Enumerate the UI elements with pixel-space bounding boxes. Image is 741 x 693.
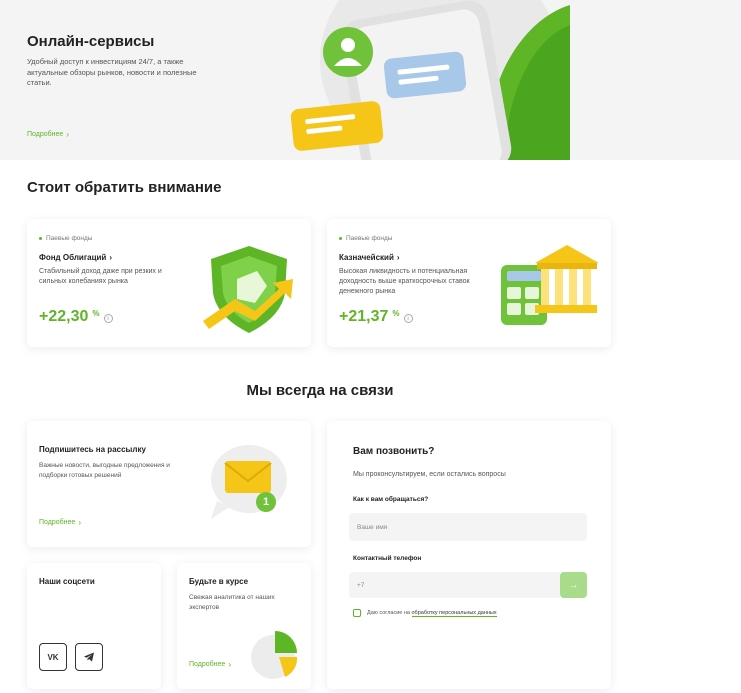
fund-return-value: +21,37 xyxy=(339,308,389,325)
updates-card[interactable]: Будьте в курсе Свежая аналитика от наших… xyxy=(177,563,311,689)
fund-return-unit: % xyxy=(392,309,400,318)
fund-card-bonds[interactable]: Паевые фонды Фонд Облигаций › Стабильный… xyxy=(27,219,311,347)
hero-illustration xyxy=(290,0,570,160)
telegram-icon[interactable] xyxy=(75,643,103,671)
chevron-right-icon: › xyxy=(396,253,400,262)
consent-label: Даю согласие на xyxy=(367,610,412,616)
link-label: Подробнее xyxy=(39,519,76,526)
newsletter-badge: 1 xyxy=(256,492,276,512)
section-title-contact: Мы всегда на связи xyxy=(246,382,394,399)
envelope-icon xyxy=(211,445,287,519)
fund-name-link[interactable]: Фонд Облигаций › xyxy=(39,253,112,262)
consent-text: Даю согласие на обработку персональных д… xyxy=(367,610,497,617)
dot-icon xyxy=(339,237,342,240)
fund-return-unit: % xyxy=(92,309,100,318)
fund-return-value: +22,30 xyxy=(39,308,89,325)
callback-form: Вам позвонить? Мы проконсультируем, если… xyxy=(327,421,611,689)
fund-category-label: Паевые фонды xyxy=(346,235,393,242)
dot-icon xyxy=(39,237,42,240)
vk-icon[interactable]: VK xyxy=(39,643,67,671)
checkbox-icon[interactable] xyxy=(353,609,361,617)
chevron-right-icon: › xyxy=(109,253,113,262)
fund-category: Паевые фонды xyxy=(339,235,392,242)
hero-title: Онлайн-сервисы xyxy=(27,33,155,50)
name-label: Как к вам обращаться? xyxy=(353,496,429,503)
section-title-attention: Стоит обратить внимание xyxy=(27,179,222,196)
name-input[interactable]: Ваше имя xyxy=(349,513,587,541)
social-card: Наши соцсети VK xyxy=(27,563,161,689)
link-label: Подробнее xyxy=(27,131,64,138)
fund-description: Стабильный доход даже при резких и сильн… xyxy=(39,268,162,285)
info-icon[interactable]: i xyxy=(103,314,113,323)
fund-category: Паевые фонды xyxy=(39,235,92,242)
updates-title: Будьте в курсе xyxy=(189,577,249,586)
bank-calculator-icon xyxy=(501,245,599,325)
consent-link[interactable]: обработку персональных данных xyxy=(411,610,497,617)
fund-description: Высокая ликвидность и потенциальная дохо… xyxy=(339,268,470,295)
fund-name: Казначейский xyxy=(339,253,394,262)
newsletter-card[interactable]: Подпишитесь на рассылку Важные новости, … xyxy=(27,421,311,547)
fund-name-link[interactable]: Казначейский › xyxy=(339,253,400,262)
newsletter-title: Подпишитесь на рассылку xyxy=(39,445,146,454)
fund-return: +21,37 % i xyxy=(339,308,413,326)
chevron-right-icon: › xyxy=(66,130,69,139)
fund-card-treasury[interactable]: Паевые фонды Казначейский › Высокая ликв… xyxy=(327,219,611,347)
newsletter-description: Важные новости, выгодные предложения и п… xyxy=(39,462,170,479)
hero-more-link[interactable]: Подробнее › xyxy=(27,130,69,139)
updates-more-link[interactable]: Подробнее › xyxy=(189,660,231,669)
chevron-right-icon: › xyxy=(78,518,81,527)
pie-chart-icon xyxy=(251,631,298,679)
callback-title: Вам позвонить? xyxy=(353,446,435,457)
info-icon[interactable]: i xyxy=(403,314,413,323)
updates-description: Свежая аналитика от наших экспертов xyxy=(189,594,275,611)
arrow-right-icon: → xyxy=(568,579,579,591)
fund-category-label: Паевые фонды xyxy=(46,235,93,242)
hero-description: Удобный доступ к инвестициям 24/7, а так… xyxy=(27,57,197,87)
newsletter-more-link[interactable]: Подробнее › xyxy=(39,518,81,527)
link-label: Подробнее xyxy=(189,661,226,668)
fund-return: +22,30 % i xyxy=(39,308,113,326)
submit-button[interactable]: → xyxy=(560,572,587,598)
hero-banner: Онлайн-сервисы Удобный доступ к инвестиц… xyxy=(0,0,741,160)
phone-label: Контактный телефон xyxy=(353,555,422,562)
social-title: Наши соцсети xyxy=(39,577,95,586)
shield-icon xyxy=(203,246,293,333)
chevron-right-icon: › xyxy=(228,660,231,669)
phone-input[interactable]: +7 xyxy=(349,572,561,598)
telegram-glyph xyxy=(84,652,94,662)
callback-subtitle: Мы проконсультируем, если остались вопро… xyxy=(353,471,506,478)
fund-name: Фонд Облигаций xyxy=(39,253,107,262)
